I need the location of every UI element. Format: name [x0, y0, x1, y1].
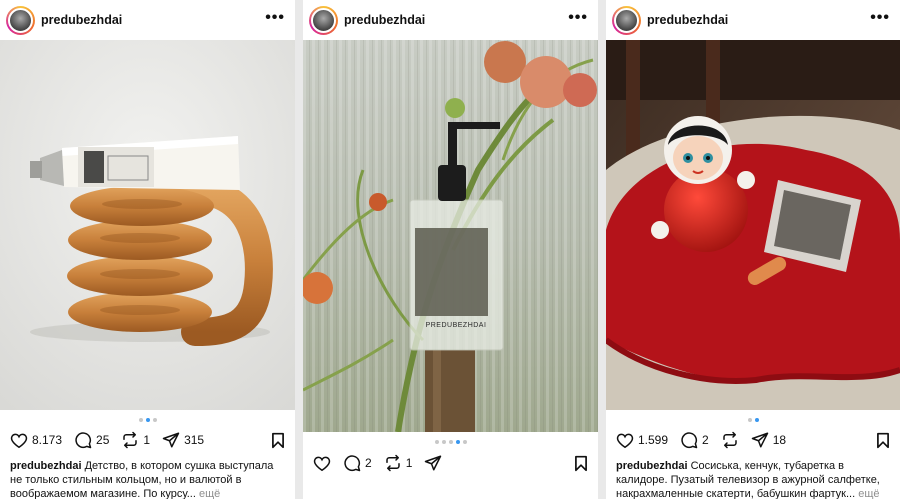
avatar[interactable]	[309, 5, 338, 35]
avatar[interactable]	[612, 5, 641, 35]
repost-count: 1	[143, 433, 151, 447]
heart-icon[interactable]	[313, 455, 331, 472]
share-count: 315	[184, 433, 205, 447]
carousel-dot	[145, 418, 150, 422]
like-count: 8.173	[32, 433, 63, 447]
post-username[interactable]: predubezhdai	[41, 13, 122, 27]
carousel-dots	[303, 440, 598, 444]
post-card: predubezhdai •••	[606, 0, 900, 499]
share-count: 18	[772, 433, 787, 447]
more-icon[interactable]: •••	[568, 9, 588, 27]
carousel-dots	[0, 418, 295, 422]
avatar[interactable]	[6, 5, 35, 35]
comment-icon[interactable]	[680, 431, 698, 449]
post-header: predubezhdai •••	[0, 0, 295, 40]
share-icon[interactable]	[162, 431, 180, 449]
carousel-dot	[462, 440, 467, 444]
bookmark-icon[interactable]	[876, 432, 890, 449]
caption-username[interactable]: predubezhdai	[616, 460, 688, 472]
post-caption: predubezhdai Сосиська, кенчук, тубаретка…	[616, 459, 892, 499]
carousel-dot	[441, 440, 446, 444]
share-icon[interactable]	[751, 431, 769, 449]
bottle-label: PREDUBEZHDAI	[426, 322, 487, 329]
post-image[interactable]	[0, 40, 295, 410]
heart-icon[interactable]	[10, 432, 28, 449]
like-count: 1.599	[638, 433, 669, 447]
carousel-dot	[434, 440, 439, 444]
caption-more-link[interactable]: ещё	[199, 488, 220, 499]
carousel-dot	[138, 418, 143, 422]
post-card: predubezhdai •••	[0, 0, 295, 499]
more-icon[interactable]: •••	[265, 9, 285, 27]
repost-icon[interactable]	[121, 431, 139, 449]
repost-icon[interactable]	[384, 454, 402, 472]
repost-icon[interactable]	[721, 431, 739, 449]
carousel-dots	[606, 418, 900, 422]
bookmark-icon[interactable]	[574, 455, 588, 472]
comment-icon[interactable]	[74, 431, 92, 449]
post-actions: 1.599 2 18	[616, 430, 890, 450]
caption-more-link[interactable]: ещё	[858, 488, 879, 499]
share-icon[interactable]	[424, 454, 442, 472]
post-image[interactable]: PREDUBEZHDAI	[303, 40, 598, 432]
more-icon[interactable]: •••	[870, 9, 890, 27]
comment-count: 2	[702, 433, 709, 447]
repost-count: 1	[405, 456, 413, 470]
post-actions: 8.173 25 1 315	[10, 430, 285, 450]
post-header: predubezhdai •••	[606, 0, 900, 40]
carousel-dot	[747, 418, 752, 422]
carousel-dot	[448, 440, 453, 444]
carousel-dot	[152, 418, 157, 422]
post-username[interactable]: predubezhdai	[647, 13, 728, 27]
post-image[interactable]	[606, 40, 900, 410]
post-actions: 2 1	[313, 453, 588, 473]
carousel-dot	[455, 440, 460, 444]
post-caption: predubezhdai Детство, в котором сушка вы…	[10, 459, 287, 499]
post-card: predubezhdai •••	[303, 0, 598, 499]
carousel-dot	[754, 418, 759, 422]
comment-count: 2	[365, 456, 372, 470]
bookmark-icon[interactable]	[271, 432, 285, 449]
post-username[interactable]: predubezhdai	[344, 13, 425, 27]
comment-count: 25	[96, 433, 110, 447]
caption-username[interactable]: predubezhdai	[10, 460, 82, 472]
comment-icon[interactable]	[343, 454, 361, 472]
post-header: predubezhdai •••	[303, 0, 598, 40]
heart-icon[interactable]	[616, 432, 634, 449]
